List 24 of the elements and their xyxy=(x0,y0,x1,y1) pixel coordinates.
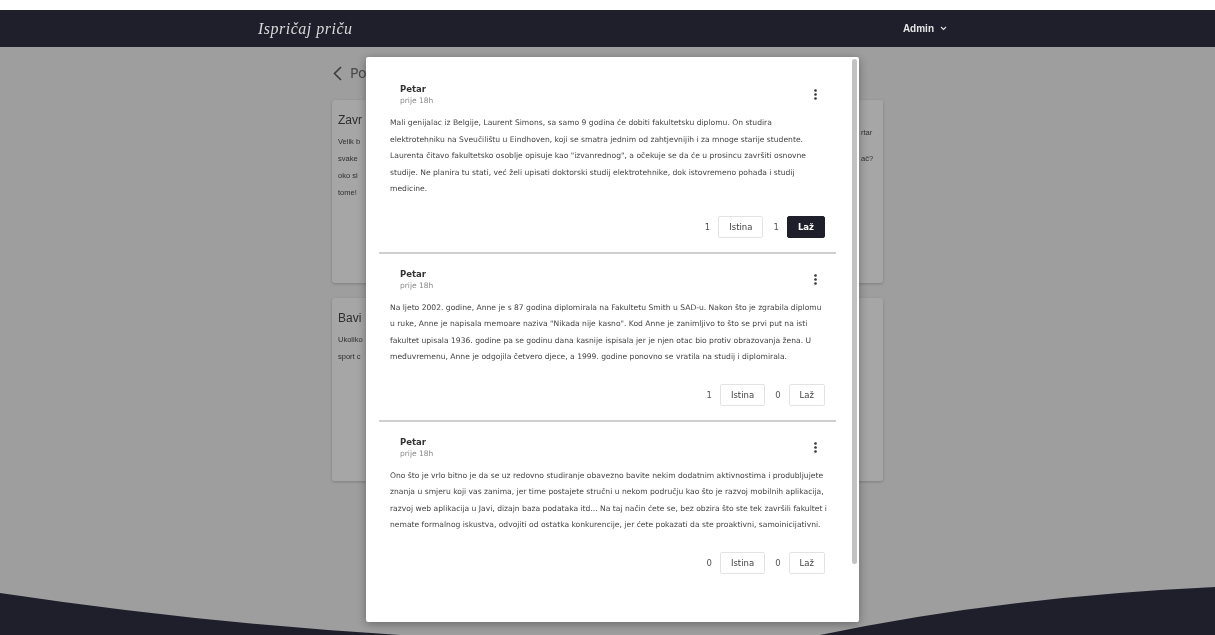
more-options-icon[interactable] xyxy=(814,273,817,285)
scrollbar[interactable] xyxy=(852,59,857,564)
vote-button[interactable]: Istina xyxy=(719,551,766,574)
vote-count: 0 xyxy=(775,389,781,400)
vote-count: 0 xyxy=(706,557,712,568)
more-options-icon[interactable] xyxy=(814,441,817,453)
vote-count: 1 xyxy=(704,221,711,232)
vote-count: 1 xyxy=(773,221,779,232)
vote-button[interactable]: Laž xyxy=(786,215,825,238)
vote-count: 0 xyxy=(775,557,781,568)
vote-button[interactable]: Istina xyxy=(718,215,764,238)
post-author: Petar xyxy=(400,267,427,280)
post-author: Petar xyxy=(400,435,427,448)
vote-button[interactable]: Laž xyxy=(788,383,825,406)
user-menu[interactable]: Admin xyxy=(902,23,947,34)
post-author: Petar xyxy=(400,83,427,95)
vote-count: 1 xyxy=(706,389,712,400)
vote-button[interactable]: Laž xyxy=(788,551,825,574)
vote-button[interactable]: Istina xyxy=(719,383,766,406)
logo[interactable]: Ispričaj priču xyxy=(258,19,353,38)
card-title: Bavi xyxy=(338,310,362,327)
chevron-down-icon xyxy=(940,26,947,31)
card-title: Zavr xyxy=(338,112,362,129)
more-options-icon[interactable] xyxy=(814,89,817,100)
